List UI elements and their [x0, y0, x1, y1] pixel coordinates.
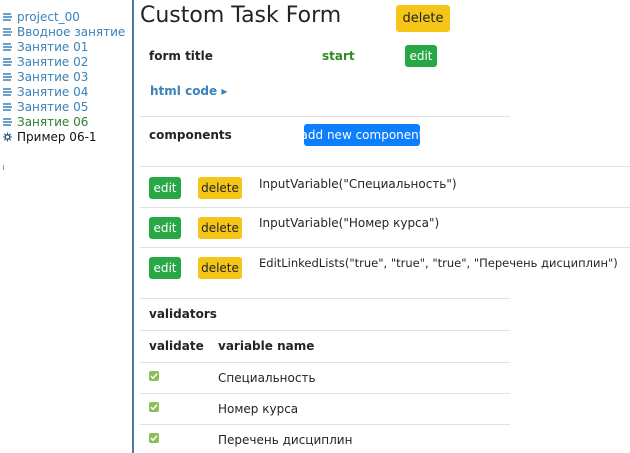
component-text: EditLinkedLists("true", "true", "true", … — [259, 256, 618, 270]
add-component-button[interactable]: add new component — [301, 124, 423, 146]
tree-item-lesson-05[interactable]: Занятие 05 — [2, 99, 88, 114]
tree-item-lesson-03[interactable]: Занятие 03 — [2, 69, 88, 84]
main-panel: Custom Task Form delete form title start… — [134, 0, 630, 453]
column-header-variable-name: variable name — [218, 339, 315, 353]
tree-item-label: Занятие 06 — [17, 114, 89, 129]
column-header-validate: validate — [149, 339, 204, 353]
tree-item-example-06-1[interactable]: Пример 06-1 — [2, 129, 97, 144]
tree-item-lesson-04[interactable]: Занятие 04 — [2, 84, 88, 99]
tree-item-label: project_00 — [17, 9, 80, 24]
divider — [140, 247, 630, 248]
divider — [140, 393, 510, 394]
stack-icon — [3, 27, 12, 36]
divider — [140, 362, 510, 363]
edit-component-button[interactable]: edit — [149, 177, 181, 199]
check-icon — [150, 435, 158, 442]
sidebar-tree: project_00 Вводное занятие Занятие 01 За… — [0, 0, 132, 453]
stack-icon — [3, 72, 12, 81]
stack-icon — [3, 12, 12, 21]
html-code-toggle[interactable]: html code ▸ — [150, 84, 227, 98]
tree-item-label: Занятие 02 — [17, 54, 89, 69]
component-text: InputVariable("Номер курса") — [259, 216, 440, 230]
tree-item-lesson-02[interactable]: Занятие 02 — [2, 54, 88, 69]
stack-icon — [3, 42, 12, 51]
edit-component-button[interactable]: edit — [149, 217, 181, 239]
edit-component-button[interactable]: edit — [149, 257, 181, 279]
delete-component-button[interactable]: delete — [198, 257, 242, 279]
stack-icon — [3, 102, 12, 111]
tree-item-intro[interactable]: Вводное занятие — [2, 24, 125, 39]
form-title-label: form title — [149, 49, 213, 63]
divider — [140, 116, 510, 117]
divider — [140, 166, 630, 167]
variable-name-cell: Номер курса — [218, 402, 299, 416]
variable-name-cell: Специальность — [218, 371, 316, 385]
delete-form-button[interactable]: delete — [396, 5, 450, 32]
stack-icon — [3, 87, 12, 96]
page-title: Custom Task Form — [140, 3, 342, 28]
tree-item-label: Занятие 01 — [17, 39, 89, 54]
validate-checkbox[interactable] — [149, 402, 159, 412]
component-text: InputVariable("Специальность") — [259, 177, 457, 191]
form-title-value: start — [322, 49, 355, 63]
divider — [140, 424, 510, 425]
divider — [140, 207, 630, 208]
variable-name-cell: Перечень дисциплин — [218, 433, 353, 447]
divider — [140, 298, 510, 299]
stack-icon — [3, 57, 12, 66]
tree-item-project-00[interactable]: project_00 — [2, 9, 80, 24]
validate-checkbox[interactable] — [149, 371, 159, 381]
validators-label: validators — [149, 307, 217, 321]
tree-item-label: Пример 06-1 — [17, 129, 97, 144]
tree-item-label: Занятие 03 — [17, 69, 89, 84]
tree-item-label: Занятие 04 — [17, 84, 89, 99]
components-label: components — [149, 128, 232, 142]
divider — [140, 330, 510, 331]
tree-item-lesson-06[interactable]: Занятие 06 — [2, 114, 88, 129]
tree-item-lesson-01[interactable]: Занятие 01 — [2, 39, 88, 54]
edit-form-title-button[interactable]: edit — [405, 45, 437, 67]
resize-tick — [3, 165, 4, 170]
check-icon — [150, 404, 158, 411]
gear-icon — [3, 132, 12, 141]
tree-item-label: Занятие 05 — [17, 99, 89, 114]
delete-component-button[interactable]: delete — [198, 217, 242, 239]
stack-icon — [3, 117, 12, 126]
validate-checkbox[interactable] — [149, 433, 159, 443]
tree-item-label: Вводное занятие — [17, 24, 126, 39]
delete-component-button[interactable]: delete — [198, 177, 242, 199]
check-icon — [150, 373, 158, 380]
